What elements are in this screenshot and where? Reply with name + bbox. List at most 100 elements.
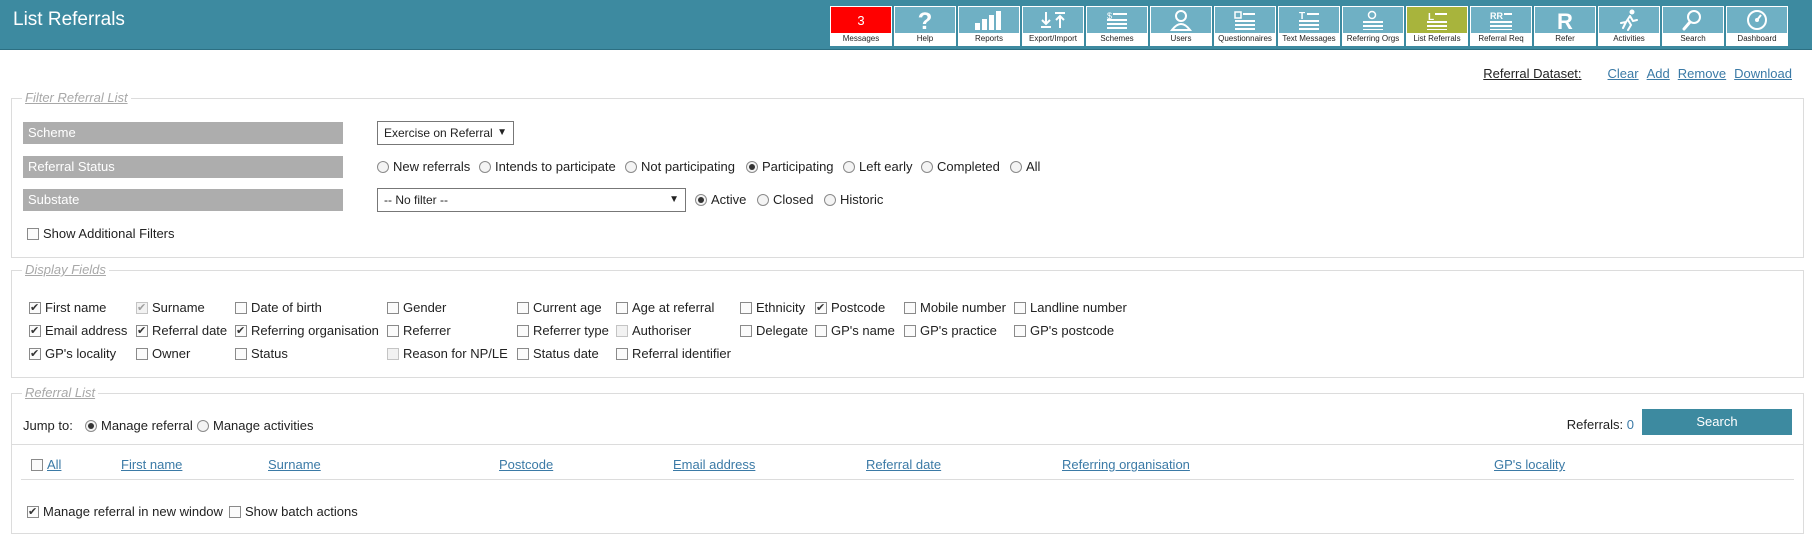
substate-option-historic[interactable]: Historic bbox=[824, 192, 883, 207]
field-referring-organisation[interactable]: Referring organisation bbox=[235, 323, 379, 338]
checkbox[interactable] bbox=[31, 458, 43, 471]
radio-button[interactable] bbox=[1010, 160, 1022, 173]
checkbox[interactable] bbox=[136, 324, 148, 337]
radio-button[interactable] bbox=[85, 419, 97, 432]
field-delegate[interactable]: Delegate bbox=[740, 323, 808, 338]
search-button[interactable]: Search bbox=[1642, 409, 1792, 435]
nav-help-button[interactable]: ? Help bbox=[894, 6, 956, 46]
checkbox[interactable] bbox=[815, 301, 827, 314]
nav-referring-orgs-button[interactable]: Referring Orgs bbox=[1342, 6, 1404, 46]
show-additional-filters[interactable]: Show Additional Filters bbox=[27, 226, 175, 241]
select-all-label[interactable]: All bbox=[47, 457, 61, 472]
radio-button[interactable] bbox=[197, 419, 209, 432]
checkbox[interactable] bbox=[616, 301, 628, 314]
field-age-at-referral[interactable]: Age at referral bbox=[616, 300, 714, 315]
nav-refer-button[interactable]: R Refer bbox=[1534, 6, 1596, 46]
select-all[interactable]: All bbox=[31, 457, 61, 472]
checkbox[interactable] bbox=[904, 324, 916, 337]
status-option-completed[interactable]: Completed bbox=[921, 159, 1000, 174]
column-referring-organisation[interactable]: Referring organisation bbox=[1062, 457, 1190, 472]
checkbox[interactable] bbox=[29, 301, 41, 314]
checkbox[interactable] bbox=[517, 324, 529, 337]
status-option-new-referrals[interactable]: New referrals bbox=[377, 159, 470, 174]
checkbox[interactable] bbox=[517, 347, 529, 360]
nav-text-messages-button[interactable]: T Text Messages bbox=[1278, 6, 1340, 46]
radio-button[interactable] bbox=[695, 193, 707, 206]
nav-reports-button[interactable]: Reports bbox=[958, 6, 1020, 46]
checkbox[interactable] bbox=[904, 301, 916, 314]
radio-button[interactable] bbox=[479, 160, 491, 173]
clear-link[interactable]: Clear bbox=[1608, 66, 1639, 81]
checkbox[interactable] bbox=[387, 301, 399, 314]
checkbox[interactable] bbox=[29, 324, 41, 337]
checkbox[interactable] bbox=[1014, 301, 1026, 314]
field-surname[interactable]: Surname bbox=[136, 300, 205, 315]
field-email-address[interactable]: Email address bbox=[29, 323, 127, 338]
column-postcode[interactable]: Postcode bbox=[499, 457, 553, 472]
radio-button[interactable] bbox=[625, 160, 637, 173]
field-gps-name[interactable]: GP's name bbox=[815, 323, 895, 338]
column-referral-date[interactable]: Referral date bbox=[866, 457, 941, 472]
nav-schemes-button[interactable]: $ Schemes bbox=[1086, 6, 1148, 46]
nav-questionnaires-button[interactable]: Questionnaires bbox=[1214, 6, 1276, 46]
radio-button[interactable] bbox=[843, 160, 855, 173]
field-status-date[interactable]: Status date bbox=[517, 346, 599, 361]
column-email-address[interactable]: Email address bbox=[673, 457, 755, 472]
add-link[interactable]: Add bbox=[1647, 66, 1670, 81]
substate-option-closed[interactable]: Closed bbox=[757, 192, 813, 207]
download-link[interactable]: Download bbox=[1734, 66, 1792, 81]
remove-link[interactable]: Remove bbox=[1678, 66, 1726, 81]
checkbox[interactable] bbox=[235, 324, 247, 337]
status-option-left-early[interactable]: Left early bbox=[843, 159, 912, 174]
radio-button[interactable] bbox=[757, 193, 769, 206]
field-authoriser[interactable]: Authoriser bbox=[616, 323, 691, 338]
substate-option-active[interactable]: Active bbox=[695, 192, 746, 207]
nav-activities-button[interactable]: Activities bbox=[1598, 6, 1660, 46]
radio-button[interactable] bbox=[377, 160, 389, 173]
field-landline-number[interactable]: Landline number bbox=[1014, 300, 1127, 315]
field-current-age[interactable]: Current age bbox=[517, 300, 602, 315]
field-status[interactable]: Status bbox=[235, 346, 288, 361]
status-option-all[interactable]: All bbox=[1010, 159, 1040, 174]
nav-referral-req-button[interactable]: RR Referral Req bbox=[1470, 6, 1532, 46]
status-option-not-participating[interactable]: Not participating bbox=[625, 159, 735, 174]
field-gps-practice[interactable]: GP's practice bbox=[904, 323, 997, 338]
checkbox[interactable] bbox=[27, 227, 39, 240]
field-reason-np-le[interactable]: Reason for NP/LE bbox=[387, 346, 508, 361]
checkbox[interactable] bbox=[1014, 324, 1026, 337]
status-option-intends[interactable]: Intends to participate bbox=[479, 159, 616, 174]
field-gps-postcode[interactable]: GP's postcode bbox=[1014, 323, 1114, 338]
nav-list-referrals-button[interactable]: L List Referrals bbox=[1406, 6, 1468, 46]
radio-button[interactable] bbox=[746, 160, 758, 173]
field-ethnicity[interactable]: Ethnicity bbox=[740, 300, 805, 315]
manage-in-new-window[interactable]: Manage referral in new window bbox=[27, 504, 223, 519]
checkbox[interactable] bbox=[136, 347, 148, 360]
checkbox[interactable] bbox=[229, 505, 241, 518]
checkbox[interactable] bbox=[740, 301, 752, 314]
nav-messages-button[interactable]: 3 Messages bbox=[830, 6, 892, 46]
field-gps-locality[interactable]: GP's locality bbox=[29, 346, 116, 361]
field-referral-identifier[interactable]: Referral identifier bbox=[616, 346, 731, 361]
checkbox[interactable] bbox=[27, 505, 39, 518]
checkbox[interactable] bbox=[235, 347, 247, 360]
nav-users-button[interactable]: Users bbox=[1150, 6, 1212, 46]
checkbox[interactable] bbox=[740, 324, 752, 337]
nav-search-button[interactable]: Search bbox=[1662, 6, 1724, 46]
scheme-select[interactable]: Exercise on Referral ▼ bbox=[377, 121, 514, 145]
column-gps-locality[interactable]: GP's locality bbox=[1494, 457, 1565, 472]
jump-manage-referral[interactable]: Manage referral bbox=[85, 418, 193, 433]
field-referral-date[interactable]: Referral date bbox=[136, 323, 227, 338]
checkbox[interactable] bbox=[387, 324, 399, 337]
nav-export-import-button[interactable]: Export/Import bbox=[1022, 6, 1084, 46]
field-date-of-birth[interactable]: Date of birth bbox=[235, 300, 322, 315]
field-postcode[interactable]: Postcode bbox=[815, 300, 885, 315]
checkbox[interactable] bbox=[517, 301, 529, 314]
field-referrer-type[interactable]: Referrer type bbox=[517, 323, 609, 338]
column-first-name[interactable]: First name bbox=[121, 457, 182, 472]
field-owner[interactable]: Owner bbox=[136, 346, 190, 361]
radio-button[interactable] bbox=[921, 160, 933, 173]
field-referrer[interactable]: Referrer bbox=[387, 323, 451, 338]
status-option-participating[interactable]: Participating bbox=[746, 159, 834, 174]
column-surname[interactable]: Surname bbox=[268, 457, 321, 472]
checkbox[interactable] bbox=[616, 347, 628, 360]
